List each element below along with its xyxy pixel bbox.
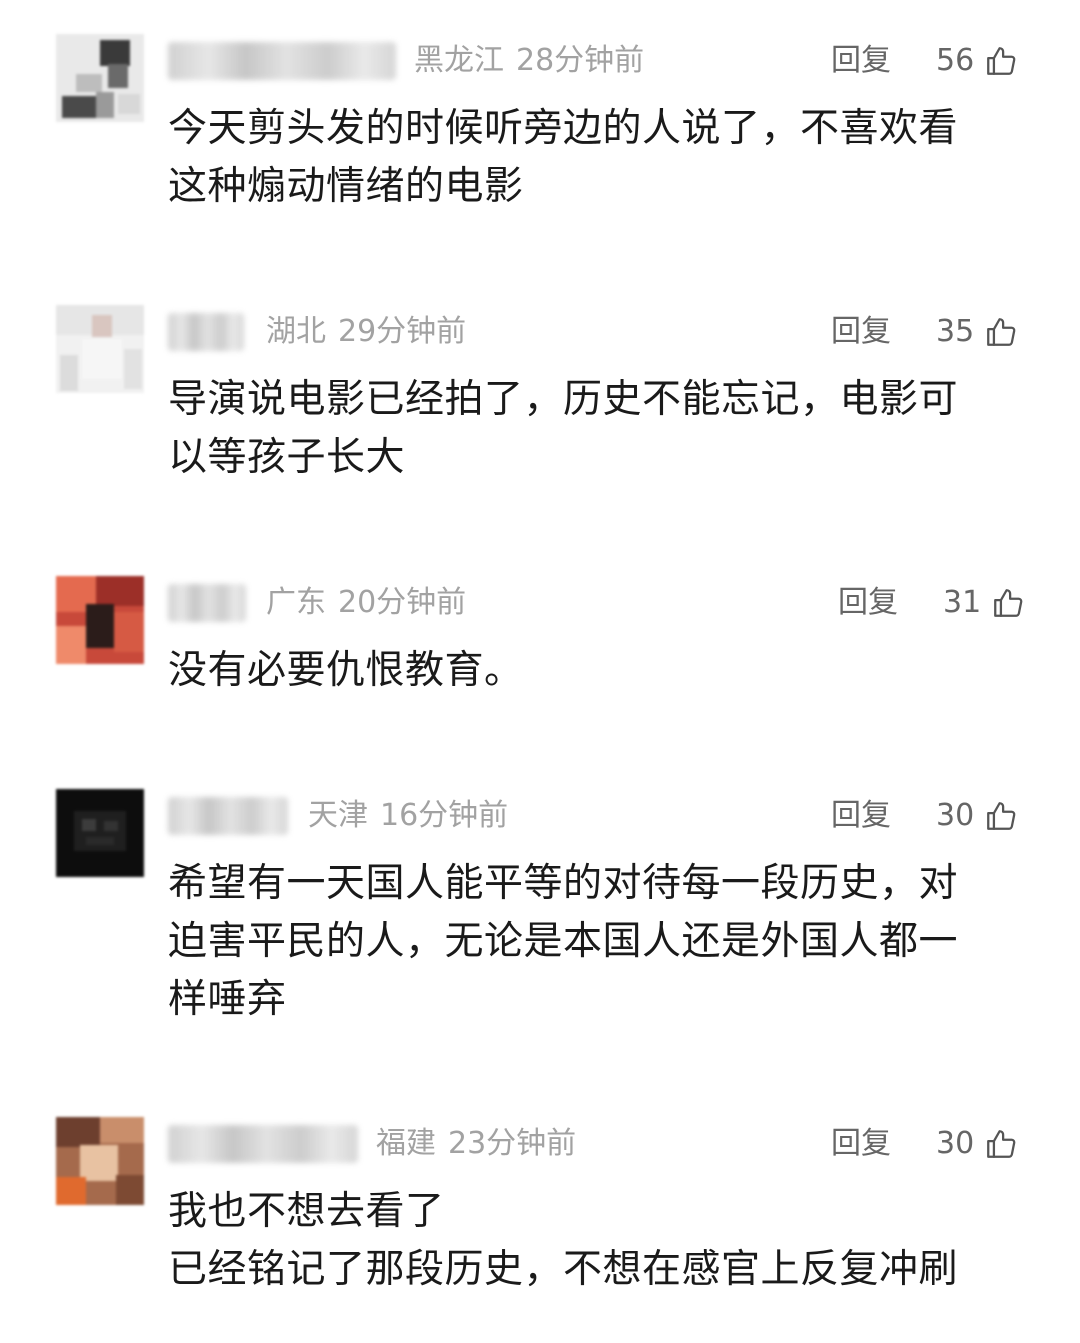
like-count: 31 <box>943 585 982 620</box>
comment-meta: 黑龙江 28分钟前 <box>414 40 644 82</box>
comment-meta: 福建 23分钟前 <box>376 1123 576 1165</box>
username-blurred[interactable] <box>168 313 244 351</box>
like-count: 35 <box>936 314 975 349</box>
timestamp-text: 29分钟前 <box>338 314 467 349</box>
timestamp-text: 28分钟前 <box>516 43 645 78</box>
comment-line: 这种煽动情绪的电影 <box>168 164 524 209</box>
comment-text: 我也不想去看了 已经铭记了那段历史，不想在感官上反复冲刷 <box>168 1183 1018 1299</box>
thumbs-up-icon <box>987 47 1016 75</box>
avatar[interactable] <box>56 34 144 122</box>
thumbs-up-icon <box>987 1130 1016 1158</box>
reply-button[interactable]: 回复 <box>831 795 891 837</box>
avatar[interactable] <box>56 789 144 877</box>
comment-meta: 湖北 29分钟前 <box>266 311 466 353</box>
username-blurred[interactable] <box>168 797 288 835</box>
comment-line: 样唾弃 <box>168 977 287 1022</box>
thumbs-up-icon <box>987 802 1016 830</box>
comment-text: 没有必要仇恨教育。 <box>168 642 1018 700</box>
like-button[interactable]: 31 <box>943 582 1025 624</box>
like-button[interactable]: 56 <box>936 40 1018 82</box>
reply-button[interactable]: 回复 <box>831 1123 891 1165</box>
username-blurred[interactable] <box>168 42 396 80</box>
like-button[interactable]: 30 <box>936 1123 1018 1165</box>
comment-line: 已经铭记了那段历史，不想在感官上反复冲刷 <box>168 1247 959 1292</box>
username-blurred[interactable] <box>168 1125 358 1163</box>
avatar-image <box>56 305 144 393</box>
location-text: 湖北 <box>266 314 326 349</box>
comment-line: 没有必要仇恨教育。 <box>168 648 524 693</box>
reply-button[interactable]: 回复 <box>831 311 891 353</box>
like-button[interactable]: 35 <box>936 311 1018 353</box>
location-text: 广东 <box>266 585 326 620</box>
comment-line: 我也不想去看了 <box>168 1189 445 1234</box>
like-count: 30 <box>936 1126 975 1161</box>
comment-line: 今天剪头发的时候听旁边的人说了，不喜欢看 <box>168 106 959 151</box>
thumbs-up-icon <box>987 318 1016 346</box>
comment-meta: 天津 16分钟前 <box>308 795 508 837</box>
comment-line: 希望有一天国人能平等的对待每一段历史，对 <box>168 861 959 906</box>
timestamp-text: 20分钟前 <box>338 585 467 620</box>
timestamp-text: 16分钟前 <box>380 798 509 833</box>
avatar-image <box>56 789 144 877</box>
comment-line: 以等孩子长大 <box>168 435 406 480</box>
avatar[interactable] <box>56 576 144 664</box>
avatar[interactable] <box>56 1117 144 1205</box>
avatar-image <box>56 576 144 664</box>
thumbs-up-icon <box>994 589 1023 617</box>
comment-text: 今天剪头发的时候听旁边的人说了，不喜欢看 这种煽动情绪的电影 <box>168 100 1018 216</box>
username-blurred[interactable] <box>168 584 246 622</box>
like-button[interactable]: 30 <box>936 795 1018 837</box>
comment-meta: 广东 20分钟前 <box>266 582 466 624</box>
location-text: 天津 <box>308 798 368 833</box>
comment-text: 希望有一天国人能平等的对待每一段历史，对 迫害平民的人，无论是本国人还是外国人都… <box>168 855 1018 1029</box>
comment-line: 导演说电影已经拍了，历史不能忘记，电影可 <box>168 377 959 422</box>
avatar[interactable] <box>56 305 144 393</box>
timestamp-text: 23分钟前 <box>448 1126 577 1161</box>
reply-button[interactable]: 回复 <box>838 582 898 624</box>
reply-button[interactable]: 回复 <box>831 40 891 82</box>
location-text: 福建 <box>376 1126 436 1161</box>
like-count: 56 <box>936 43 975 78</box>
location-text: 黑龙江 <box>414 43 504 78</box>
avatar-image <box>56 1117 144 1205</box>
avatar-image <box>56 34 144 122</box>
comment-text: 导演说电影已经拍了，历史不能忘记，电影可 以等孩子长大 <box>168 371 1018 487</box>
like-count: 30 <box>936 798 975 833</box>
comment-line: 迫害平民的人，无论是本国人还是外国人都一 <box>168 919 959 964</box>
